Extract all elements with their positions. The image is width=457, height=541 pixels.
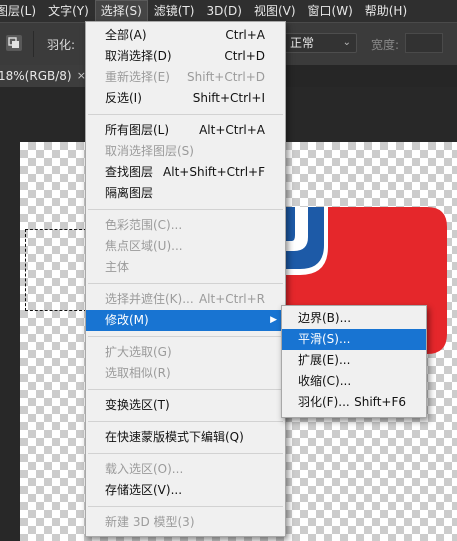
menu-item-all-layers[interactable]: 所有图层(L) Alt+Ctrl+A	[86, 120, 285, 141]
menu-item-transform-selection[interactable]: 变换选区(T)	[86, 395, 285, 416]
submenu-arrow-icon: ▶	[270, 315, 277, 325]
menu-separator	[88, 336, 283, 337]
menu-3d[interactable]: 3D(D)	[200, 0, 247, 22]
width-input[interactable]	[405, 33, 443, 53]
menu-item-deselect[interactable]: 取消选择(D) Ctrl+D	[86, 46, 285, 67]
menu-bar: 图层(L) 文字(Y) 选择(S) 滤镜(T) 3D(D) 视图(V) 窗口(W…	[0, 0, 457, 22]
menu-item-isolate-layers[interactable]: 隔离图层	[86, 183, 285, 204]
menu-separator	[88, 389, 283, 390]
chevron-down-icon: ⌄	[342, 37, 351, 48]
menu-view[interactable]: 视图(V)	[248, 0, 302, 22]
menu-separator	[88, 209, 283, 210]
menu-separator	[88, 421, 283, 422]
submenu-item-contract[interactable]: 收缩(C)...	[282, 371, 426, 392]
selection-mode-icon[interactable]	[5, 34, 23, 52]
modify-submenu: 边界(B)... 平滑(S)... 扩展(E)... 收缩(C)... 羽化(F…	[281, 305, 427, 418]
style-value: 正常	[290, 36, 315, 50]
style-select[interactable]: 正常 ⌄	[283, 33, 357, 53]
menu-item-all[interactable]: 全部(A) Ctrl+A	[86, 25, 285, 46]
menu-item-subject: 主体	[105, 260, 130, 274]
menu-item-select-and-mask: 选择并遮住(K)... Alt+Ctrl+R	[105, 292, 265, 306]
menu-window[interactable]: 窗口(W)	[302, 0, 359, 22]
menu-item-quick-mask[interactable]: 在快速蒙版模式下编辑(Q)	[86, 427, 285, 448]
menu-item-load-selection: 载入选区(O)...	[105, 462, 184, 476]
menu-separator	[88, 506, 283, 507]
menu-item-reselect: 重新选择(E) Shift+Ctrl+D	[105, 70, 265, 84]
submenu-item-smooth[interactable]: 平滑(S)...	[282, 329, 426, 350]
document-tab-title: 18%(RGB/8)	[0, 69, 72, 83]
menu-item-focus-area: 焦点区域(U)...	[105, 239, 183, 253]
submenu-item-feather[interactable]: 羽化(F)... Shift+F6	[282, 392, 426, 413]
menu-item-similar: 选取相似(R)	[105, 366, 171, 380]
menu-select[interactable]: 选择(S)	[94, 0, 148, 22]
select-menu: 全部(A) Ctrl+A 取消选择(D) Ctrl+D 重新选择(E) Shift+C…	[85, 21, 286, 537]
menu-type[interactable]: 文字(Y)	[42, 0, 95, 22]
menu-separator	[88, 283, 283, 284]
menu-help[interactable]: 帮助(H)	[359, 0, 413, 22]
menu-item-inverse[interactable]: 反选(I) Shift+Ctrl+I	[86, 88, 285, 109]
menu-item-find-layers[interactable]: 查找图层 Alt+Shift+Ctrl+F	[86, 162, 285, 183]
selection-marquee	[25, 229, 87, 311]
width-label: 宽度:	[371, 38, 400, 52]
options-divider	[33, 31, 34, 57]
menu-separator	[88, 453, 283, 454]
menu-item-grow: 扩大选取(G)	[105, 345, 172, 359]
menu-filter[interactable]: 滤镜(T)	[148, 0, 201, 22]
menu-item-save-selection[interactable]: 存储选区(V)...	[86, 480, 285, 501]
menu-item-deselect-layers: 取消选择图层(S)	[105, 144, 194, 158]
submenu-item-expand[interactable]: 扩展(E)...	[282, 350, 426, 371]
menu-layer[interactable]: 图层(L)	[0, 0, 42, 22]
menu-item-new-3d-model: 新建 3D 模型(3)	[105, 515, 195, 529]
menu-item-color-range: 色彩范围(C)...	[105, 218, 183, 232]
menu-item-modify[interactable]: 修改(M) ▶	[86, 310, 285, 331]
submenu-item-border[interactable]: 边界(B)...	[282, 308, 426, 329]
document-tab[interactable]: 18%(RGB/8) ×	[0, 65, 92, 87]
menu-separator	[88, 114, 283, 115]
feather-label: 羽化:	[47, 38, 76, 52]
